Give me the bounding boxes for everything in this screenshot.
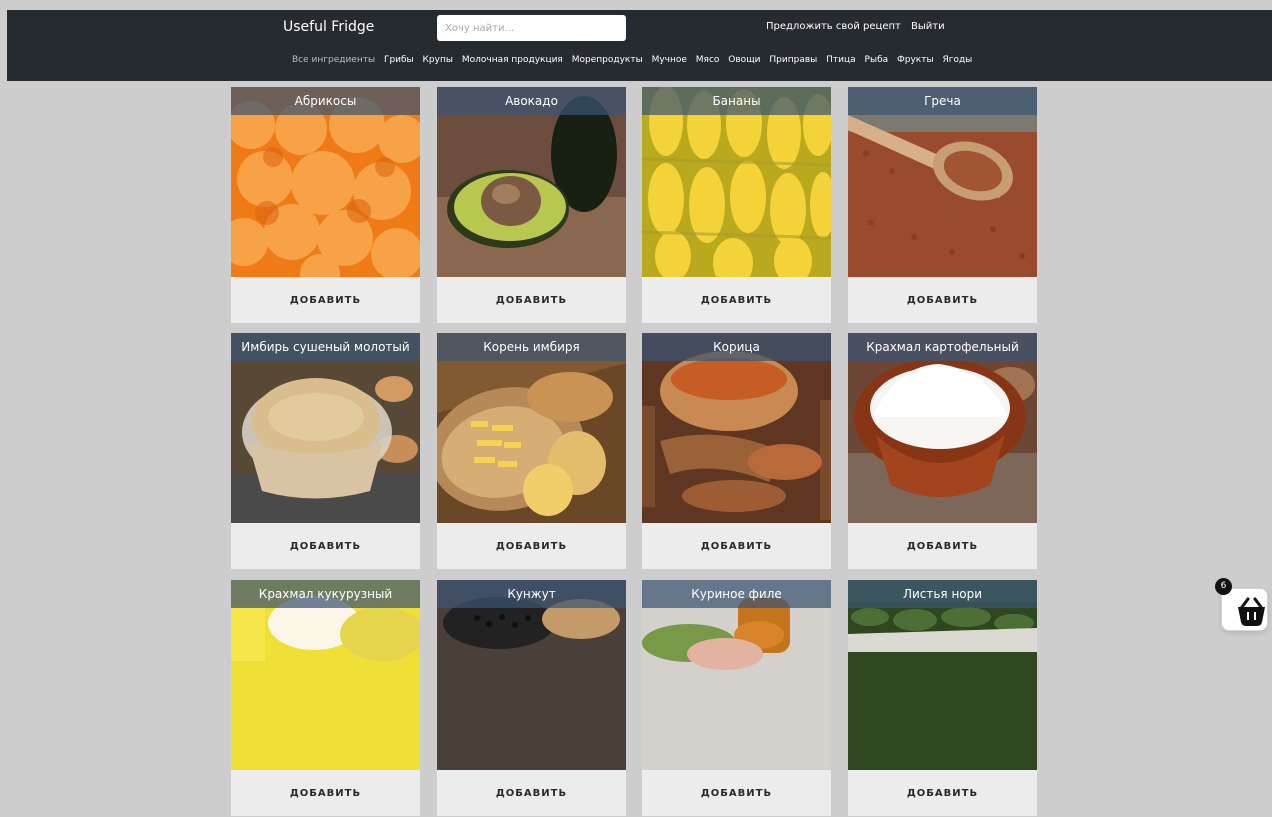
- ingredient-card[interactable]: Листья нори ДОБАВИТЬ: [848, 580, 1037, 816]
- apricots-image: [231, 87, 420, 277]
- cart-button[interactable]: [1221, 588, 1268, 631]
- category-meat[interactable]: Мясо: [696, 55, 720, 65]
- corn-starch-image: [231, 580, 420, 770]
- add-potato-starch-button[interactable]: ДОБАВИТЬ: [848, 523, 1037, 569]
- add-corn-starch-button[interactable]: ДОБАВИТЬ: [231, 770, 420, 816]
- ingredient-card[interactable]: Корень имбиря ДОБАВИТЬ: [437, 333, 626, 569]
- ground-dry-ginger-image: [231, 333, 420, 523]
- ingredient-title: Крахмал кукурузный: [231, 580, 420, 608]
- ingredient-title: Листья нори: [848, 580, 1037, 608]
- add-cinnamon-button[interactable]: ДОБАВИТЬ: [642, 523, 831, 569]
- ingredient-title: Греча: [848, 87, 1037, 115]
- add-buckwheat-button[interactable]: ДОБАВИТЬ: [848, 277, 1037, 323]
- chicken-fillet-image: [642, 580, 831, 770]
- category-grains[interactable]: Крупы: [423, 55, 453, 65]
- brand-logo[interactable]: Useful Fridge: [283, 19, 374, 35]
- ingredient-title: Куриное филе: [642, 580, 831, 608]
- top-header: Useful Fridge Предложить свой рецепт Вый…: [7, 10, 1272, 81]
- account-links: Предложить свой рецепт Выйти: [766, 21, 952, 32]
- ginger-root-image: [437, 333, 626, 523]
- ingredient-title: Крахмал картофельный: [848, 333, 1037, 361]
- cart-count-badge: 6: [1215, 578, 1232, 595]
- ingredient-title: Бананы: [642, 87, 831, 115]
- ingredient-title: Кунжут: [437, 580, 626, 608]
- search-input[interactable]: [437, 15, 626, 41]
- ingredient-title: Корица: [642, 333, 831, 361]
- category-berries[interactable]: Ягоды: [942, 55, 972, 65]
- add-chicken-fillet-button[interactable]: ДОБАВИТЬ: [642, 770, 831, 816]
- add-ground-dry-ginger-button[interactable]: ДОБАВИТЬ: [231, 523, 420, 569]
- avocado-image: [437, 87, 626, 277]
- category-all-ingredients[interactable]: Все ингредиенты: [292, 55, 375, 65]
- nori-sheets-image: [848, 580, 1037, 770]
- category-seafood[interactable]: Морепродукты: [572, 55, 643, 65]
- category-fish[interactable]: Рыба: [865, 55, 889, 65]
- add-avocado-button[interactable]: ДОБАВИТЬ: [437, 277, 626, 323]
- ingredient-card[interactable]: Имбирь сушеный молотый ДОБАВИТЬ: [231, 333, 420, 569]
- ingredient-title: Авокадо: [437, 87, 626, 115]
- ingredient-card[interactable]: Греча ДОБАВИТЬ: [848, 87, 1037, 323]
- category-mushrooms[interactable]: Грибы: [384, 55, 414, 65]
- ingredient-title: Имбирь сушеный молотый: [231, 333, 420, 361]
- ingredient-card[interactable]: Кунжут ДОБАВИТЬ: [437, 580, 626, 816]
- category-dairy[interactable]: Молочная продукция: [462, 55, 563, 65]
- ingredient-card[interactable]: Абрикосы ДОБАВИТЬ: [231, 87, 420, 323]
- add-apricots-button[interactable]: ДОБАВИТЬ: [231, 277, 420, 323]
- potato-starch-image: [848, 333, 1037, 523]
- category-vegetables[interactable]: Овощи: [728, 55, 760, 65]
- buckwheat-image: [848, 87, 1037, 277]
- category-fruits[interactable]: Фрукты: [897, 55, 934, 65]
- category-spices[interactable]: Приправы: [769, 55, 817, 65]
- cinnamon-image: [642, 333, 831, 523]
- bananas-image: [642, 87, 831, 277]
- basket-icon: [1228, 597, 1272, 636]
- sesame-image: [437, 580, 626, 770]
- ingredient-card[interactable]: Крахмал кукурузный ДОБАВИТЬ: [231, 580, 420, 816]
- ingredient-title: Абрикосы: [231, 87, 420, 115]
- ingredient-card[interactable]: Крахмал картофельный ДОБАВИТЬ: [848, 333, 1037, 569]
- category-poultry[interactable]: Птица: [826, 55, 856, 65]
- ingredient-card[interactable]: Авокадо ДОБАВИТЬ: [437, 87, 626, 323]
- category-flour[interactable]: Мучное: [652, 55, 687, 65]
- suggest-recipe-link[interactable]: Предложить свой рецепт: [766, 21, 901, 32]
- ingredient-card[interactable]: Куриное филе ДОБАВИТЬ: [642, 580, 831, 816]
- add-nori-sheets-button[interactable]: ДОБАВИТЬ: [848, 770, 1037, 816]
- add-sesame-button[interactable]: ДОБАВИТЬ: [437, 770, 626, 816]
- category-navigation: Все ингредиенты Грибы Крупы Молочная про…: [292, 53, 992, 67]
- ingredient-card[interactable]: Корица ДОБАВИТЬ: [642, 333, 831, 569]
- ingredient-title: Корень имбиря: [437, 333, 626, 361]
- add-bananas-button[interactable]: ДОБАВИТЬ: [642, 277, 831, 323]
- add-ginger-root-button[interactable]: ДОБАВИТЬ: [437, 523, 626, 569]
- ingredient-card[interactable]: Бананы ДОБАВИТЬ: [642, 87, 831, 323]
- logout-link[interactable]: Выйти: [911, 21, 945, 32]
